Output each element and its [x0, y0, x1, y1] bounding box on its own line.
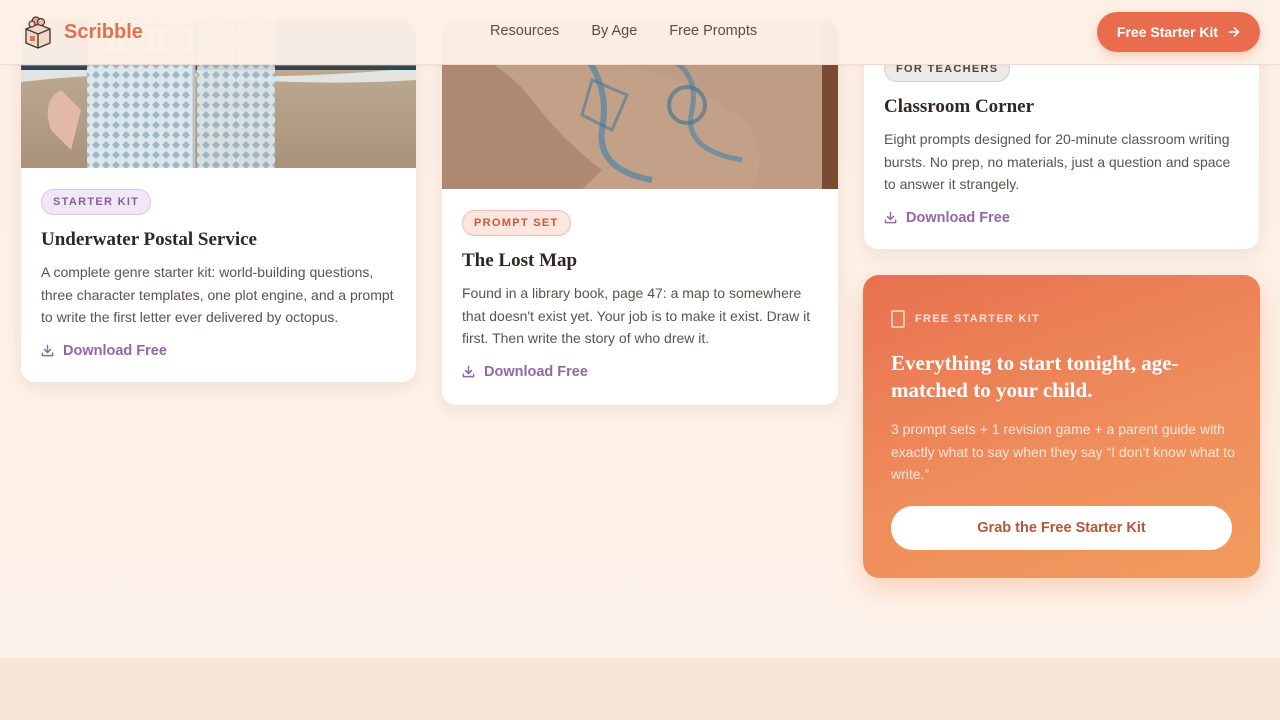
resource-card-prompt-set[interactable]: PROMPT SET The Lost Map Found in a libra… [442, 20, 838, 405]
download-button[interactable]: Download Free [41, 343, 396, 359]
resource-card-starter-kit[interactable]: STARTER KIT Underwater Postal Service A … [21, 20, 416, 382]
card-description: Eight prompts designed for 20-minute cla… [884, 131, 1231, 192]
tag-badge: PROMPT SET [462, 210, 571, 236]
starter-kit-promo: FREE STARTER KIT Everything to start ton… [863, 275, 1260, 578]
arrow-right-icon [1228, 27, 1240, 37]
download-label: Download Free [63, 342, 167, 359]
promo-eyebrow-label: FREE STARTER KIT [915, 313, 1041, 325]
top-navigation-bar: Scribble Resources By Age Free Prompts F… [0, 0, 1280, 65]
card-title: The Lost Map [462, 250, 578, 271]
grab-starter-kit-button[interactable]: Grab the Free Starter Kit [891, 506, 1232, 550]
promo-eyebrow: FREE STARTER KIT [891, 310, 1040, 328]
brand-name: Scribble [64, 20, 143, 43]
download-icon [41, 344, 54, 357]
logo-icon [25, 16, 51, 49]
promo-title: Everything to start tonight, age-matched… [891, 351, 1179, 402]
download-icon [884, 211, 897, 224]
free-starter-kit-button[interactable]: Free Starter Kit [1097, 12, 1260, 52]
footer-band [0, 658, 1280, 720]
download-label: Download Free [484, 363, 588, 380]
document-icon [891, 310, 905, 328]
card-description: Found in a library book, page 47: a map … [462, 285, 811, 346]
download-icon [462, 365, 475, 378]
card-title: Classroom Corner [884, 96, 1035, 117]
nav-link-resources[interactable]: Resources [490, 23, 559, 39]
cta-label: Free Starter Kit [1116, 24, 1219, 40]
main-nav: Resources By Age Free Prompts [490, 23, 757, 39]
tag-badge: STARTER KIT [41, 189, 152, 215]
nav-link-free-prompts[interactable]: Free Prompts [669, 23, 757, 39]
download-button[interactable]: Download Free [884, 210, 1239, 226]
promo-description: 3 prompt sets + 1 revision game + a pare… [891, 421, 1235, 482]
brand[interactable]: Scribble [22, 15, 143, 49]
nav-link-by-age[interactable]: By Age [591, 23, 637, 39]
download-button[interactable]: Download Free [462, 364, 818, 380]
download-label: Download Free [906, 209, 1010, 226]
card-description: A complete genre starter kit: world-buil… [41, 264, 394, 325]
card-title: Underwater Postal Service [41, 229, 257, 250]
